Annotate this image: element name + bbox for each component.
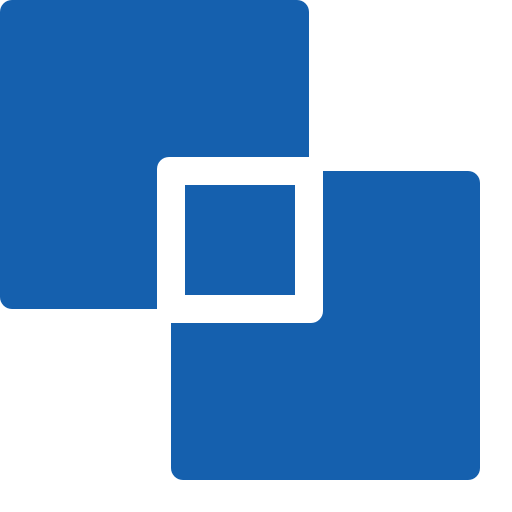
- overlap-inner-square: [185, 185, 295, 295]
- icon-canvas: [0, 0, 512, 512]
- overlapping-squares-icon: [0, 0, 480, 480]
